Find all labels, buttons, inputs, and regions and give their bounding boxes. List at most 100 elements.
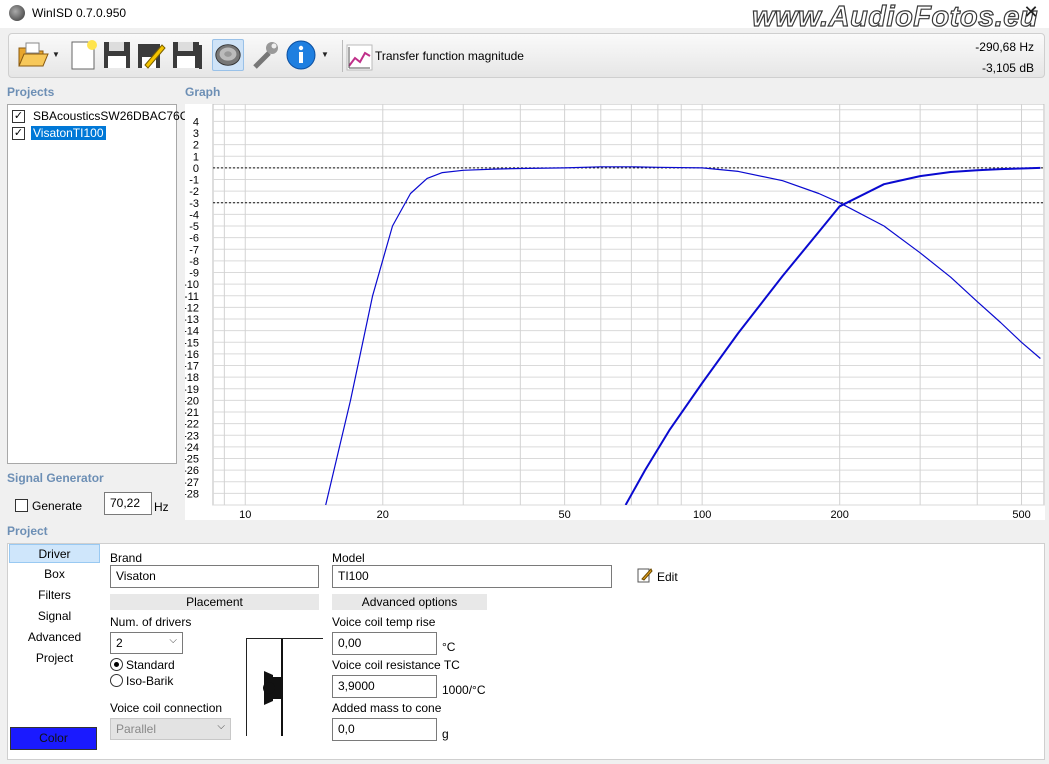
generate-label[interactable]: Generate — [32, 499, 82, 513]
plot-frame — [212, 104, 1045, 506]
placement-diagram — [246, 638, 323, 736]
tab-project[interactable]: Project — [9, 649, 100, 668]
resistance-tc-unit: 1000/°C — [442, 683, 486, 697]
signal-generator-heading: Signal Generator — [7, 471, 104, 485]
toolbar-separator — [342, 40, 343, 72]
y-tick-label: -17 — [185, 361, 199, 373]
project-checkbox[interactable]: ✓ — [12, 127, 25, 140]
resistance-tc-field[interactable]: 3,9000 — [332, 675, 437, 698]
y-tick-label: -2 — [189, 186, 199, 198]
driver-placement-icon — [263, 639, 283, 736]
y-tick-label: -24 — [185, 442, 199, 454]
temp-rise-field[interactable]: 0,00 — [332, 632, 437, 655]
standard-radio[interactable] — [110, 658, 123, 671]
y-tick-label: 4 — [193, 116, 199, 128]
x-tick-label: 10 — [239, 509, 251, 520]
tab-signal[interactable]: Signal — [9, 607, 100, 626]
projects-heading: Projects — [7, 85, 55, 99]
generator-frequency-unit: Hz — [154, 500, 169, 514]
chevron-down-icon: ⌵ — [217, 721, 225, 732]
generator-frequency-input[interactable]: 70,22 — [104, 492, 152, 515]
model-label: Model — [332, 551, 365, 565]
y-tick-label: -5 — [189, 221, 199, 233]
transfer-function-chart-icon[interactable] — [346, 44, 373, 71]
y-tick-label: -12 — [185, 302, 199, 314]
y-tick-label: -22 — [185, 419, 199, 431]
edit-button[interactable]: Edit — [637, 567, 687, 585]
y-tick-label: -8 — [189, 256, 199, 268]
num-drivers-select[interactable]: 2 ⌵ — [110, 632, 183, 654]
coil-connection-value: Parallel — [116, 722, 157, 736]
x-tick-label: 200 — [831, 509, 849, 520]
project-checkbox[interactable]: ✓ — [12, 110, 25, 123]
standard-label[interactable]: Standard — [126, 658, 175, 672]
tab-filters[interactable]: Filters — [9, 586, 100, 605]
open-folder-icon[interactable] — [17, 39, 49, 71]
isobarik-radio[interactable] — [110, 674, 123, 687]
title-bar: WinISD 0.7.0.950 www.AudioFotos.eu ✕ — [0, 0, 1049, 34]
close-button[interactable]: ✕ — [1016, 1, 1046, 23]
coil-connection-select[interactable]: Parallel ⌵ — [110, 718, 231, 740]
y-tick-label: -20 — [185, 395, 199, 407]
app-logo-icon — [9, 5, 25, 21]
graph-heading: Graph — [185, 85, 221, 99]
y-tick-label: -11 — [185, 291, 199, 303]
y-tick-label: -14 — [185, 326, 199, 338]
added-mass-field[interactable]: 0,0 — [332, 718, 437, 741]
edit-label: Edit — [657, 570, 678, 584]
cursor-frequency-readout: -290,68 Hz — [975, 40, 1034, 54]
model-field[interactable]: TI100 — [332, 565, 612, 588]
y-tick-label: -3 — [189, 198, 199, 210]
y-tick-label: -16 — [185, 349, 199, 361]
temp-rise-label: Voice coil temp rise — [332, 615, 436, 629]
y-tick-label: -28 — [185, 488, 199, 500]
y-tick-label: 0 — [193, 163, 199, 175]
y-tick-label: -9 — [189, 268, 199, 280]
chevron-down-icon: ⌵ — [169, 635, 177, 646]
tab-box[interactable]: Box — [9, 565, 100, 584]
advanced-options-header: Advanced options — [332, 594, 487, 610]
y-tick-label: -1 — [189, 175, 199, 187]
project-name[interactable]: VisatonTI100 — [30, 125, 107, 141]
x-tick-label: 500 — [1012, 509, 1030, 520]
x-tick-label: 100 — [693, 509, 711, 520]
isobarik-label[interactable]: Iso-Barik — [126, 674, 173, 688]
added-mass-label: Added mass to cone — [332, 701, 442, 715]
tab-advanced[interactable]: Advanced — [9, 628, 100, 647]
brand-field[interactable]: Visaton — [110, 565, 319, 588]
graph-area[interactable]: 43210-1-2-3-4-5-6-7-8-9-10-11-12-13-14-1… — [185, 104, 1045, 520]
project-name[interactable]: SBAcousticsSW26DBAC76C — [31, 109, 190, 123]
num-drivers-value: 2 — [116, 636, 123, 650]
y-tick-label: -10 — [185, 279, 199, 291]
y-tick-label: -4 — [189, 209, 199, 221]
y-tick-label: -21 — [185, 407, 199, 419]
y-tick-label: 2 — [193, 140, 199, 152]
watermark-text: www.AudioFotos.eu — [751, 0, 1039, 33]
window-title: WinISD 0.7.0.950 — [32, 6, 127, 20]
save-icon[interactable] — [101, 39, 133, 71]
resistance-tc-label: Voice coil resistance TC — [332, 658, 460, 672]
projects-list: ✓ SBAcousticsSW26DBAC76C ✓ VisatonTI100 — [7, 104, 188, 464]
transfer-function-graph[interactable]: 43210-1-2-3-4-5-6-7-8-9-10-11-12-13-14-1… — [185, 104, 1045, 520]
save-all-icon[interactable] — [171, 39, 203, 71]
y-tick-label: -25 — [185, 454, 199, 466]
y-tick-label: -7 — [189, 244, 199, 256]
tab-driver[interactable]: Driver — [9, 544, 100, 563]
y-tick-label: -19 — [185, 384, 199, 396]
edit-save-icon[interactable] — [135, 39, 167, 71]
info-dropdown-arrow[interactable]: ▼ — [321, 50, 329, 59]
temp-rise-unit: °C — [442, 640, 456, 654]
tools-wrench-icon[interactable] — [249, 39, 281, 71]
project-item[interactable]: ✓ SBAcousticsSW26DBAC76C — [11, 108, 188, 125]
y-tick-label: -27 — [185, 477, 199, 489]
driver-speaker-icon[interactable] — [212, 39, 244, 71]
new-project-icon[interactable] — [67, 39, 99, 71]
graph-type-label[interactable]: Transfer function magnitude — [375, 49, 524, 63]
num-drivers-label: Num. of drivers — [110, 615, 192, 629]
project-item[interactable]: ✓ VisatonTI100 — [11, 125, 176, 142]
open-dropdown-arrow[interactable]: ▼ — [52, 50, 60, 59]
generate-checkbox[interactable] — [15, 499, 28, 512]
info-icon[interactable] — [285, 39, 317, 71]
color-button[interactable]: Color — [10, 727, 97, 750]
x-tick-label: 50 — [558, 509, 570, 520]
